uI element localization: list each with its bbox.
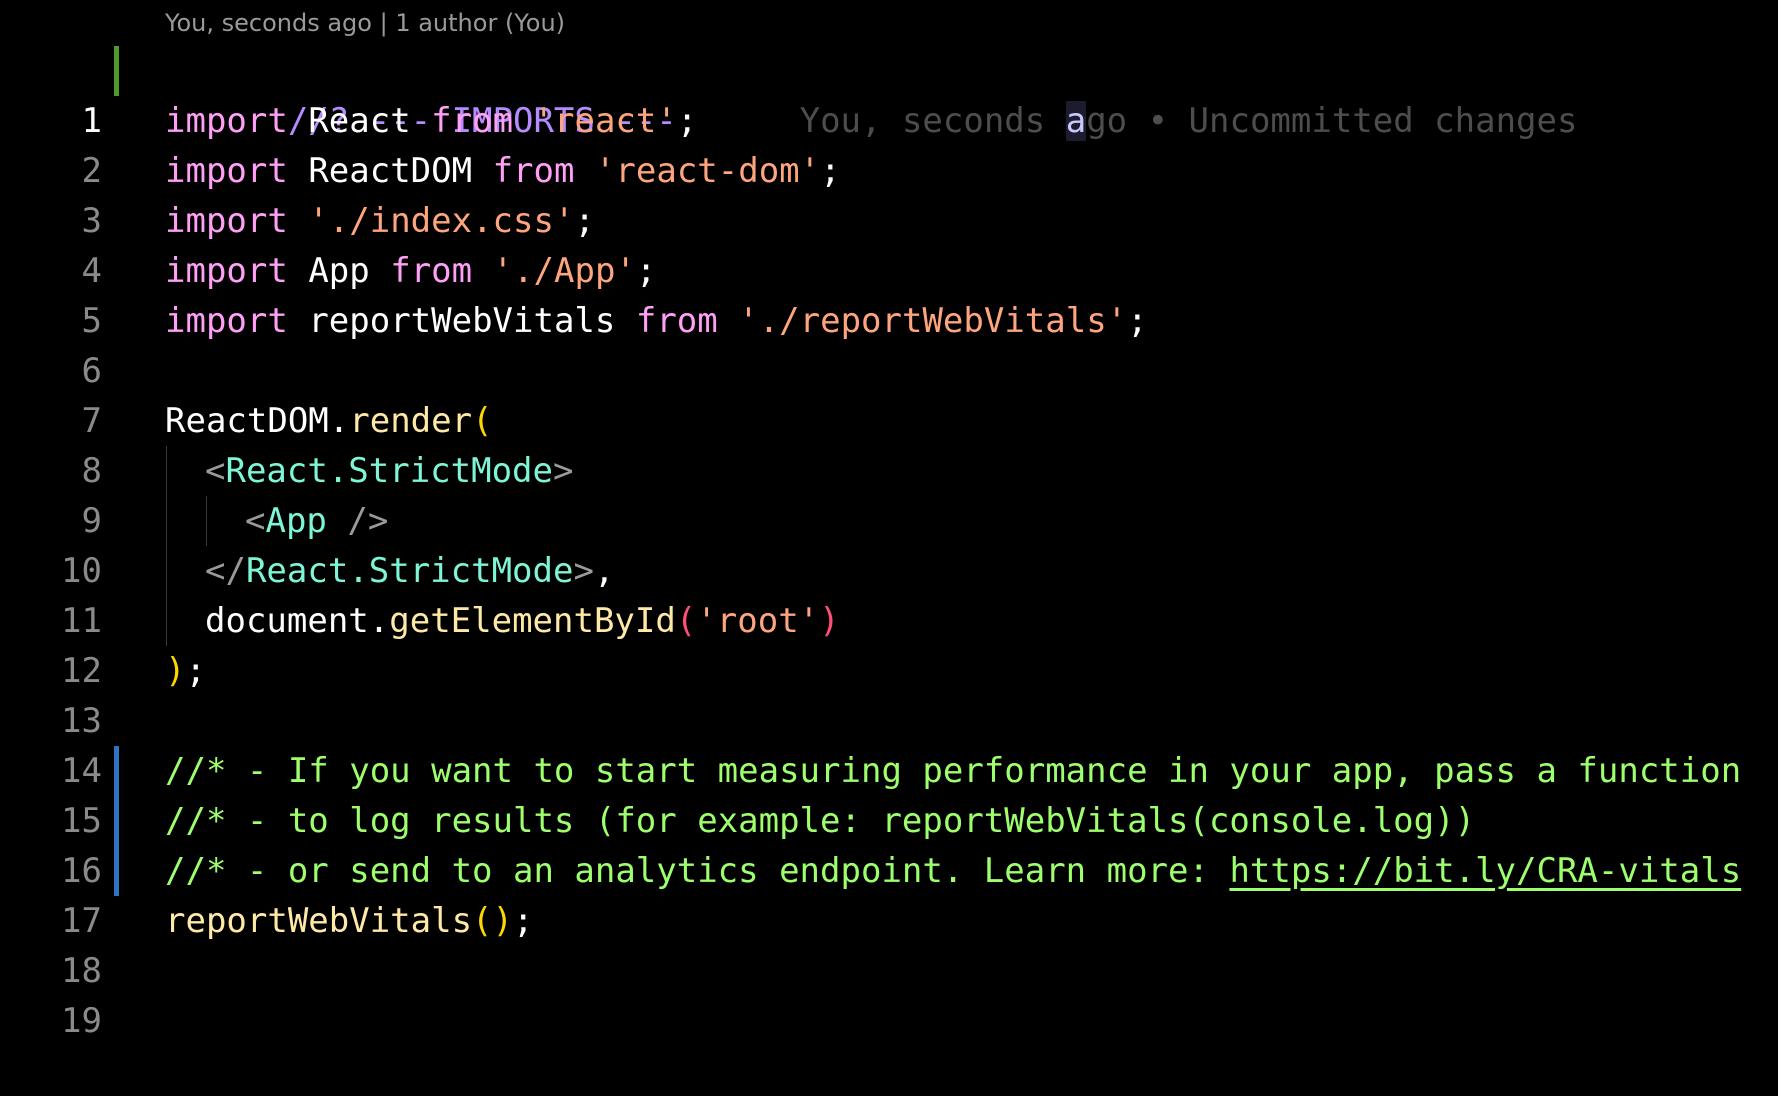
open-paren: (	[675, 601, 697, 641]
semicolon: ;	[676, 101, 698, 141]
jsx-bracket: >	[553, 451, 574, 491]
close-paren: )	[165, 651, 186, 691]
string-literal: './reportWebVitals'	[738, 301, 1128, 341]
call-parens: ()	[472, 901, 513, 941]
from-keyword: from	[390, 251, 473, 291]
code-line[interactable]: 8 ReactDOM.render(	[0, 396, 1778, 491]
code-line[interactable]: 10 <App />	[0, 496, 1778, 591]
semicolon: ;	[1127, 301, 1148, 341]
from-keyword: from	[492, 151, 575, 191]
from-keyword: from	[635, 301, 718, 341]
import-keyword: import	[165, 251, 288, 291]
code-line[interactable]: 7	[0, 346, 1778, 441]
function-name: render	[349, 401, 473, 441]
modified-line-indicator[interactable]	[114, 846, 119, 896]
identifier: document	[205, 601, 369, 641]
comment: //* - If you want to start measuring per…	[165, 751, 1742, 791]
code-line[interactable]: 1 //? --- IMPORTS --- You, seconds ago •…	[0, 46, 1778, 141]
jsx-tag-name: App	[265, 501, 327, 541]
code-line[interactable]: 15 //* - If you want to start measuring …	[0, 746, 1778, 841]
comma: ,	[593, 551, 615, 591]
import-keyword: import	[165, 201, 288, 241]
import-keyword: import	[165, 151, 288, 191]
dot: .	[368, 601, 390, 641]
dot: .	[328, 401, 350, 441]
code-editor[interactable]: You, seconds ago | 1 author (You) 1 //? …	[0, 0, 1778, 1041]
function-name: reportWebVitals	[165, 901, 473, 941]
modified-line-indicator[interactable]	[114, 796, 119, 846]
string-literal: 'react'	[533, 101, 677, 141]
semicolon: ;	[574, 201, 595, 241]
code-line[interactable]: 9 <React.StrictMode>	[0, 446, 1778, 541]
indent-guide	[206, 496, 207, 546]
code-line[interactable]: 11 </React.StrictMode>,	[0, 546, 1778, 641]
identifier: App	[308, 251, 370, 291]
comment: //* - or send to an analytics endpoint. …	[165, 851, 1230, 891]
open-paren: (	[472, 401, 493, 441]
jsx-bracket: >	[573, 551, 594, 591]
jsx-bracket: </	[205, 551, 246, 591]
code-line[interactable]: 3 import ReactDOM from 'react-dom';	[0, 146, 1778, 241]
from-keyword: from	[431, 101, 514, 141]
semicolon: ;	[513, 901, 534, 941]
codelens-author-info[interactable]: You, seconds ago | 1 author (You)	[165, 7, 565, 39]
indent-guide	[166, 446, 167, 496]
identifier: ReactDOM	[308, 151, 473, 191]
code-line[interactable]: 12 document.getElementById('root')	[0, 596, 1778, 691]
comment: //* - to log results (for example: repor…	[165, 801, 1476, 841]
indent-guide	[166, 596, 167, 646]
identifier: ReactDOM	[165, 401, 329, 441]
indent-guide	[166, 546, 167, 596]
semicolon: ;	[635, 251, 657, 291]
indent-guide	[166, 496, 167, 546]
code-line[interactable]: 4 import './index.css';	[0, 196, 1778, 291]
semicolon: ;	[820, 151, 841, 191]
comment-url-link[interactable]: https://bit.ly/CRA-vitals	[1229, 851, 1741, 891]
jsx-bracket: <	[205, 451, 226, 491]
jsx-tag-name: React.StrictMode	[225, 451, 553, 491]
string-literal: './index.css'	[308, 201, 575, 241]
modified-line-indicator[interactable]	[114, 746, 119, 796]
code-line[interactable]: 16 //* - to log results (for example: re…	[0, 796, 1778, 891]
close-paren: )	[819, 601, 840, 641]
jsx-tag-name: React.StrictMode	[245, 551, 574, 591]
code-line[interactable]: 5 import App from './App';	[0, 246, 1778, 341]
import-keyword: import	[165, 301, 288, 341]
function-name: getElementById	[389, 601, 676, 641]
jsx-bracket: <	[245, 501, 266, 541]
code-line[interactable]: 13 );	[0, 646, 1778, 741]
semicolon: ;	[185, 651, 206, 691]
code-line[interactable]: 2 import React from 'react';	[0, 96, 1778, 191]
added-line-indicator[interactable]	[114, 46, 119, 96]
string-literal: 'root'	[696, 601, 820, 641]
code-line[interactable]: 19	[0, 946, 1778, 1041]
code-line[interactable]: 17 //* - or send to an analytics endpoin…	[0, 846, 1778, 941]
identifier: React	[308, 101, 411, 141]
code-line[interactable]: 18 reportWebVitals();	[0, 896, 1778, 991]
jsx-bracket: />	[326, 501, 389, 541]
string-literal: './App'	[492, 251, 636, 291]
code-line[interactable]: 6 import reportWebVitals from './reportW…	[0, 296, 1778, 391]
import-keyword: import	[165, 101, 288, 141]
code-line[interactable]: 14	[0, 696, 1778, 791]
string-literal: 'react-dom'	[594, 151, 821, 191]
identifier: reportWebVitals	[308, 301, 616, 341]
